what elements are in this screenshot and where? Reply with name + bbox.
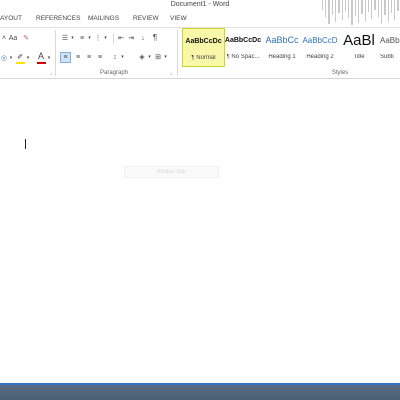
text-effects-dropdown-icon[interactable]: ▾ <box>8 52 14 64</box>
style-subtitle[interactable]: AaBbCcD Subti <box>380 28 400 67</box>
multilevel-list-icon[interactable]: ⋮ <box>93 33 103 43</box>
taskbar <box>0 383 400 400</box>
justify-icon[interactable]: ≡ <box>95 52 105 63</box>
style-sample: AaBbCc <box>265 35 299 45</box>
decoration-stripe <box>374 0 376 10</box>
font-dialog-launcher-icon[interactable]: ⌟ <box>50 70 52 76</box>
tab-view[interactable]: VIEW <box>170 15 187 22</box>
style-title[interactable]: AaBl Title <box>341 28 377 67</box>
style-sample: AaBbCcD <box>302 35 338 45</box>
increase-indent-icon[interactable]: ⇥ <box>126 33 136 43</box>
group-divider <box>55 30 56 76</box>
highlight-dropdown-icon[interactable]: ▾ <box>25 52 31 64</box>
style-name: Title <box>353 54 365 60</box>
decrease-indent-icon[interactable]: ⇤ <box>116 33 126 43</box>
tab-references[interactable]: REFERENCES <box>36 15 80 22</box>
style-name: Heading 2 <box>306 54 334 60</box>
shading-icon[interactable]: ◈ <box>137 52 147 63</box>
tab-mailings[interactable]: MAILINGS <box>88 15 119 22</box>
borders-icon[interactable]: ⊞ <box>153 52 163 63</box>
style-name: ¶ Normal <box>191 55 216 61</box>
decoration-stripe <box>368 0 369 12</box>
style-name: Subti <box>380 54 394 60</box>
divider <box>113 34 114 44</box>
style-heading-2[interactable]: AaBbCcD Heading 2 <box>302 28 338 67</box>
highlight-color-swatch <box>16 62 25 64</box>
shading-dropdown-icon[interactable]: ▾ <box>147 52 152 63</box>
clear-formatting-icon[interactable]: ✎ <box>21 33 31 43</box>
style-no-spacing[interactable]: AaBbCcDc ¶ No Spac... <box>225 28 261 67</box>
multilevel-dropdown-icon[interactable]: ▾ <box>103 33 108 43</box>
align-right-icon[interactable]: ≡ <box>84 52 94 63</box>
numbering-icon[interactable]: ≡ <box>77 33 87 43</box>
align-center-icon[interactable]: ≡ <box>73 52 83 63</box>
decoration-stripe <box>391 0 392 13</box>
paragraph-dialog-launcher-icon[interactable]: ⌟ <box>170 70 172 76</box>
document-area[interactable] <box>0 80 400 383</box>
line-spacing-icon[interactable]: ↕ <box>110 52 120 63</box>
font-color-dropdown-icon[interactable]: ▾ <box>46 52 52 64</box>
ribbon-tabs: AYOUT REFERENCES MAILINGS REVIEW VIEW <box>0 13 400 27</box>
style-normal[interactable]: AaBbCcDc ¶ Normal <box>182 28 225 67</box>
tab-review[interactable]: REVIEW <box>133 15 159 22</box>
paragraph-group-label: Paragraph <box>99 70 129 76</box>
style-sample: AaBbCcDc <box>185 37 222 45</box>
decoration-stripe <box>345 0 346 11</box>
taskbar-accent-line <box>0 383 400 385</box>
font-color-button[interactable]: A <box>36 51 46 62</box>
decoration-stripe <box>322 0 323 10</box>
decoration-stripe <box>338 0 340 13</box>
group-divider <box>177 30 178 76</box>
show-marks-button[interactable]: ¶ <box>150 33 160 43</box>
bullets-icon[interactable]: ☰ <box>60 33 70 43</box>
styles-group-label: Styles <box>331 70 349 76</box>
ribbon: ˄ Aa ✎ ◎ ▾ ✐ ▾ A ▾ ⌟ ☰ ▾ ≡ ▾ ⋮ ▾ ⇤ ⇥ ↓ ¶… <box>0 27 400 79</box>
change-case-button[interactable]: Aa <box>8 33 18 43</box>
line-spacing-dropdown-icon[interactable]: ▾ <box>120 52 125 63</box>
decoration-stripe <box>361 0 363 14</box>
numbering-dropdown-icon[interactable]: ▾ <box>87 33 92 43</box>
align-left-icon[interactable]: ≡ <box>60 52 71 63</box>
text-effects-icon[interactable]: ◎ <box>0 52 8 64</box>
style-sample: AaBl <box>343 31 375 49</box>
tab-layout[interactable]: AYOUT <box>0 15 22 22</box>
text-cursor <box>25 139 26 149</box>
bullets-dropdown-icon[interactable]: ▾ <box>70 33 75 43</box>
style-sample: AaBbCcDc <box>224 36 262 44</box>
style-sample: AaBbCcD <box>380 35 400 45</box>
highlighter-icon[interactable]: ✐ <box>15 52 25 62</box>
style-name: ¶ No Spac... <box>226 54 260 60</box>
style-name: Heading 1 <box>268 54 296 60</box>
borders-dropdown-icon[interactable]: ▾ <box>163 52 168 63</box>
font-size-decrease-icon[interactable]: ˄ <box>0 33 8 43</box>
sort-icon[interactable]: ↓ <box>138 33 148 43</box>
window-snip-overlay: Window Snip <box>124 166 219 178</box>
font-color-swatch <box>37 62 46 64</box>
decoration-stripe <box>397 0 399 11</box>
style-heading-1[interactable]: AaBbCc Heading 1 <box>264 28 300 67</box>
